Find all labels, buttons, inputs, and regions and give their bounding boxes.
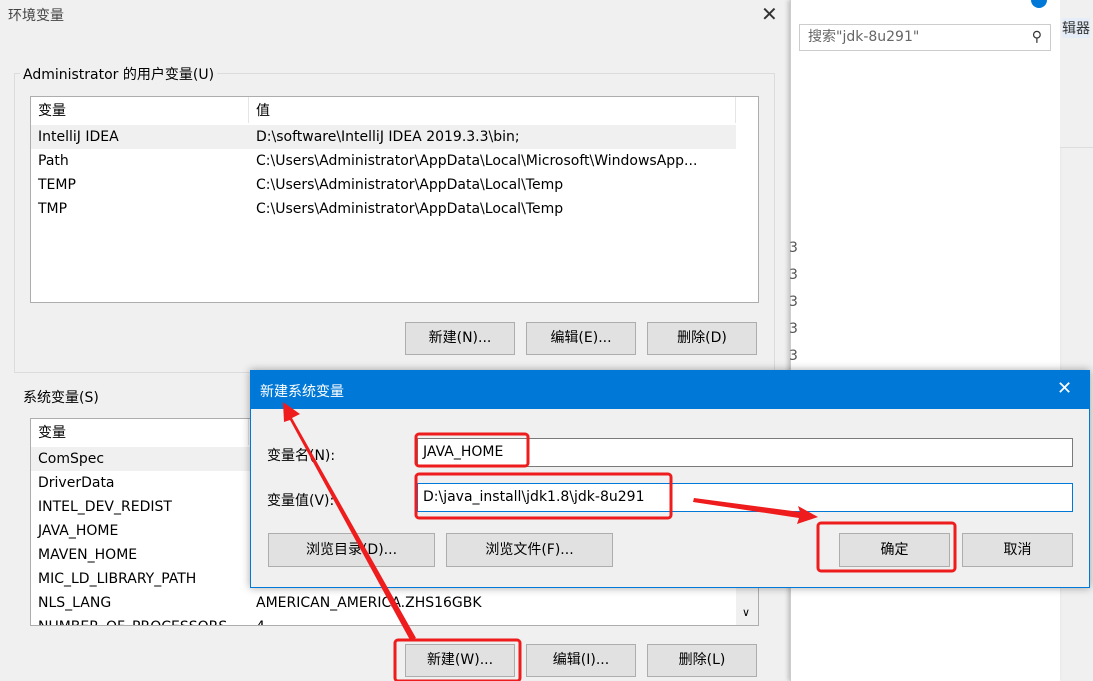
user-variables-table: 变量 值 IntelliJ IDEA D:\software\IntelliJ I…	[30, 96, 759, 303]
user-new-button[interactable]: 新建(N)...	[405, 322, 515, 355]
table-row[interactable]: NUMBER_OF_PROCESSORS 4	[31, 615, 736, 625]
cancel-button[interactable]: 取消	[962, 533, 1073, 567]
system-delete-button[interactable]: 删除(L)	[647, 644, 757, 677]
variable-name-label: 变量名(N):	[267, 448, 336, 464]
variable-name: Path	[38, 153, 69, 169]
variable-name: INTEL_DEV_REDIST	[38, 499, 172, 515]
variable-name: TEMP	[38, 177, 76, 193]
variable-value: D:\software\IntelliJ IDEA 2019.3.3\bin;	[256, 129, 520, 145]
table-row[interactable]: TEMP C:\Users\Administrator\AppData\Local…	[31, 173, 736, 197]
close-icon[interactable]: ✕	[1057, 378, 1072, 399]
variable-value: 4	[256, 615, 265, 625]
variable-value-label: 变量值(V):	[267, 493, 335, 509]
background-window: 辑器	[1060, 0, 1093, 148]
search-input[interactable]: 搜索"jdk-8u291" ⚲	[799, 24, 1051, 51]
variable-name: MIC_LD_LIBRARY_PATH	[38, 571, 197, 587]
table-row[interactable]: Path C:\Users\Administrator\AppData\Local…	[31, 149, 736, 173]
variable-name: DriverData	[38, 475, 115, 491]
table-row[interactable]: IntelliJ IDEA D:\software\IntelliJ IDEA 2…	[31, 125, 736, 149]
variable-name: TMP	[38, 201, 68, 217]
table-row[interactable]: NLS_LANG AMERICAN_AMERICA.ZHS16GBK	[31, 591, 736, 615]
partial-text: 3	[789, 240, 798, 256]
system-new-button[interactable]: 新建(W)...	[405, 644, 515, 677]
variable-name-input[interactable]: JAVA_HOME	[417, 438, 1073, 467]
variable-name: ComSpec	[38, 451, 105, 467]
info-icon[interactable]	[1031, 0, 1047, 8]
table-row[interactable]: TMP C:\Users\Administrator\AppData\Local\…	[31, 197, 736, 221]
new-system-variable-dialog: 新建系统变量 ✕ 变量名(N): JAVA_HOME 变量值(V): D:\ja…	[250, 370, 1090, 588]
search-placeholder: 搜索"jdk-8u291"	[808, 29, 920, 45]
column-header-name[interactable]: 变量	[31, 97, 249, 123]
partial-text: 3	[789, 348, 798, 364]
variable-value: AMERICAN_AMERICA.ZHS16GBK	[256, 595, 482, 611]
variable-value: C:\Users\Administrator\AppData\Local\Mic…	[256, 153, 698, 169]
dialog-titlebar: 新建系统变量 ✕	[251, 371, 1089, 409]
column-header-value[interactable]: 值	[249, 97, 736, 123]
partial-text: 3	[789, 294, 798, 310]
ok-button[interactable]: 确定	[839, 533, 950, 567]
user-delete-button[interactable]: 删除(D)	[647, 322, 757, 355]
dialog-title: 新建系统变量	[260, 384, 344, 400]
column-header-name[interactable]: 变量	[31, 419, 249, 445]
user-variables-label: Administrator 的用户变量(U)	[20, 64, 218, 84]
dialog-title: 环境变量	[8, 8, 64, 24]
search-icon[interactable]: ⚲	[1032, 25, 1042, 50]
variable-value-input[interactable]: D:\java_install\jdk1.8\jdk-8u291	[417, 483, 1073, 512]
variable-name: JAVA_HOME	[38, 523, 119, 539]
partial-text: 3	[789, 267, 798, 283]
user-edit-button[interactable]: 编辑(E)...	[526, 322, 636, 355]
chevron-down-icon[interactable]: ∨	[742, 606, 750, 619]
browse-directory-button[interactable]: 浏览目录(D)...	[268, 533, 435, 567]
system-edit-button[interactable]: 编辑(I)...	[526, 644, 636, 677]
variable-name: MAVEN_HOME	[38, 547, 138, 563]
browse-file-button[interactable]: 浏览文件(F)...	[446, 533, 613, 567]
edge-text: 辑器	[1062, 18, 1090, 38]
variable-name: IntelliJ IDEA	[38, 129, 119, 145]
variable-name: NLS_LANG	[38, 595, 112, 611]
close-icon[interactable]: ✕	[761, 2, 778, 26]
variable-value: C:\Users\Administrator\AppData\Local\Tem…	[256, 177, 564, 193]
system-variables-label: 系统变量(S)	[20, 387, 102, 407]
partial-text: 3	[789, 321, 798, 337]
variable-name: NUMBER_OF_PROCESSORS	[38, 615, 227, 625]
variable-value: C:\Users\Administrator\AppData\Local\Tem…	[256, 201, 564, 217]
